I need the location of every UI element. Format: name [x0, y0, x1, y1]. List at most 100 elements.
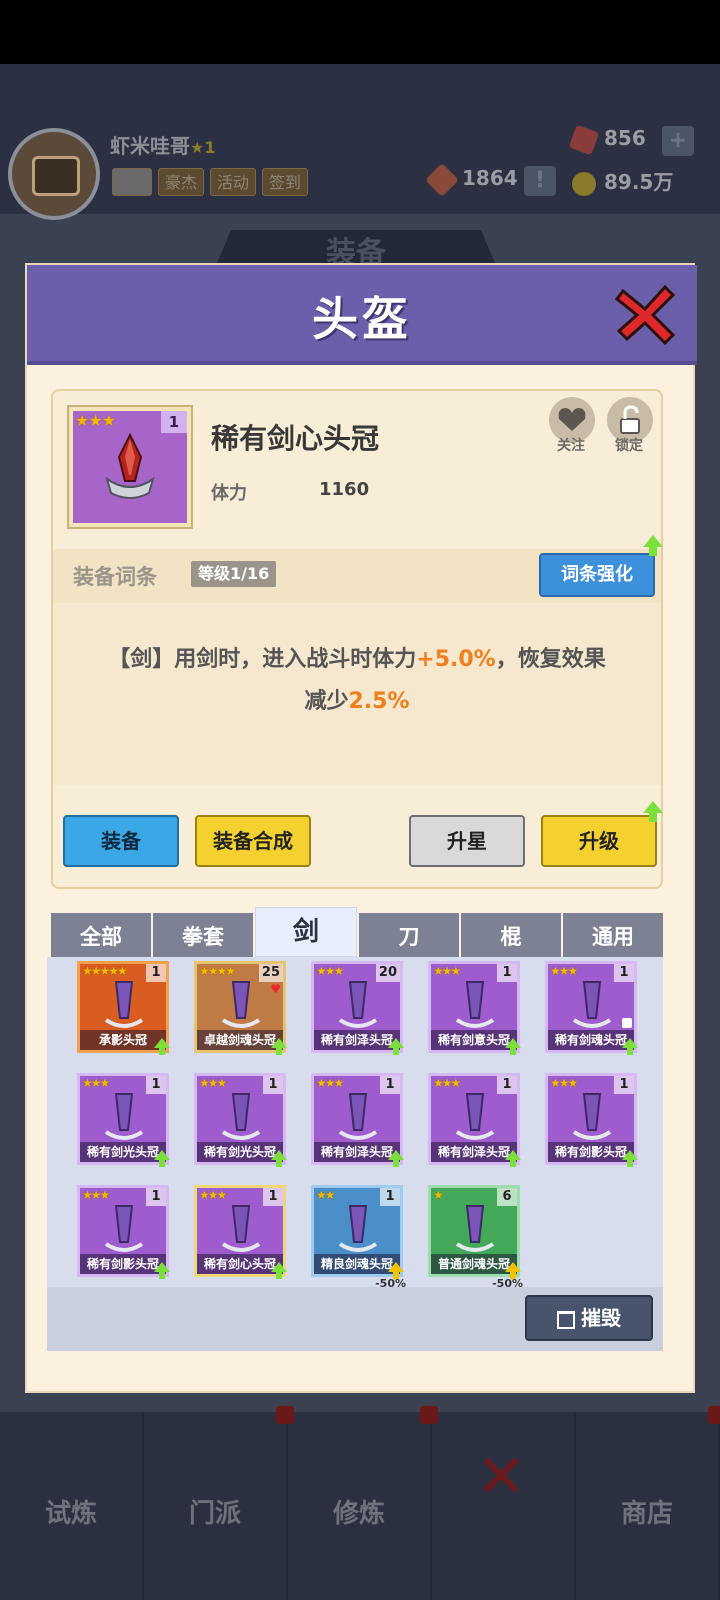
item-slot[interactable]: ★★★ 1 稀有剑心头冠: [194, 1185, 287, 1279]
upgrade-arrow-icon: [388, 1150, 404, 1167]
events-button[interactable]: 活动: [210, 168, 257, 196]
item-stars: ★★★★★: [82, 964, 128, 978]
affix-enhance-button[interactable]: 词条强化: [539, 553, 655, 597]
item-slot[interactable]: ★★★★★ 1 承影头冠: [77, 961, 170, 1055]
weapon-tabs: 全部 拳套 剑 刀 棍 通用: [51, 907, 663, 957]
upgrade-arrow-icon: [388, 1038, 404, 1055]
trash-icon: [557, 1310, 575, 1329]
nav-cultivate[interactable]: 修炼: [288, 1406, 438, 1600]
item-slot[interactable]: ★★★ 1 稀有剑光头冠: [77, 1073, 170, 1167]
upgrade-arrow-icon: [154, 1038, 170, 1055]
upgrade-arrow-icon: [271, 1038, 287, 1055]
item-count: 1: [380, 1188, 400, 1206]
checkin-button[interactable]: 签到: [262, 168, 309, 196]
compose-button[interactable]: 装备合成: [195, 815, 311, 867]
affix-description: 【剑】用剑时，进入战斗时体力+5.0%，恢复效果 减少2.5%: [53, 603, 661, 785]
upgrade-arrow-icon: [643, 801, 663, 822]
item-stars: ★★★: [82, 1188, 110, 1202]
desc-highlight: +5.0%: [416, 647, 496, 672]
item-slot[interactable]: ★★★ 1 稀有剑影头冠: [77, 1185, 170, 1279]
token-icon: [425, 162, 459, 197]
nav-cultivate-label: 修炼: [332, 1499, 385, 1529]
tab-all[interactable]: 全部: [51, 913, 151, 957]
item-count: 1: [146, 1188, 166, 1206]
bottom-nav: 试炼 门派 修炼 ✕ 商店: [0, 1406, 720, 1600]
stat-label: 体力: [211, 483, 247, 504]
item-count: 1: [380, 1076, 400, 1094]
destroy-label: 摧毁: [581, 1306, 621, 1330]
item-icon-frame: ★★★ 1: [69, 407, 191, 527]
item-slot[interactable]: ★ 6 普通剑魂头冠 -50%: [428, 1185, 523, 1290]
item-stars: ★★★: [550, 1076, 578, 1090]
desc-text: 【剑】用剑时，进入战斗时体力: [108, 647, 417, 672]
mail-icon[interactable]: [112, 168, 152, 196]
notification-dot: [708, 1406, 720, 1424]
affix-level-badge: 等级1/16: [191, 561, 277, 587]
player-name-line: 虾米哇哥★1: [110, 130, 215, 159]
upgrade-arrow-icon: [622, 1038, 638, 1055]
item-slot[interactable]: ★★★ 20 稀有剑泽头冠: [311, 961, 404, 1055]
tokens-info-button[interactable]: !: [524, 166, 556, 196]
desc-text: ，恢复效果: [495, 647, 606, 672]
destroy-button[interactable]: 摧毁: [525, 1295, 653, 1341]
tab-gloves[interactable]: 拳套: [153, 913, 253, 957]
lock-icon: [622, 1018, 632, 1028]
affix-desc-line1: 【剑】用剑时，进入战斗时体力+5.0%，恢复效果: [73, 639, 641, 681]
gems-value: 856: [604, 126, 646, 150]
item-slot[interactable]: ★★★★ 25 ♥ 卓越剑魂头冠: [194, 961, 287, 1055]
item-count: 1: [497, 964, 517, 982]
desc-highlight: 2.5%: [348, 689, 410, 714]
helmet-art-icon: [104, 981, 144, 1028]
tab-staff[interactable]: 棍: [461, 913, 561, 957]
item-stars: ★★★: [199, 1076, 227, 1090]
gold-value: 89.5万: [604, 170, 674, 194]
nav-sect[interactable]: 门派: [144, 1406, 294, 1600]
close-icon[interactable]: [615, 281, 679, 345]
header-buttons: 豪杰 活动 签到: [112, 168, 309, 196]
item-stars: ★★: [316, 1188, 335, 1202]
player-name: 虾米哇哥: [110, 134, 190, 158]
nav-battle[interactable]: ✕: [432, 1412, 576, 1600]
favorite-heart-icon: ♥: [270, 982, 281, 996]
desc-text: 减少: [304, 689, 349, 714]
item-stars: ★: [433, 1188, 444, 1202]
tab-general[interactable]: 通用: [563, 913, 663, 957]
helmet-art-icon: [338, 1205, 378, 1252]
affix-bar: 装备词条 等级1/16 词条强化: [53, 549, 661, 603]
item-count: 1: [614, 1076, 634, 1094]
item-slot[interactable]: ★★★ 1 稀有剑意头冠: [428, 961, 521, 1055]
helmet-art-icon: [104, 1205, 144, 1252]
modal-title: 头盔: [312, 292, 412, 346]
item-slot[interactable]: ★★★ 1 稀有剑魂头冠: [545, 961, 638, 1055]
item-slot[interactable]: ★★★ 1 稀有剑泽头冠: [428, 1073, 521, 1167]
nav-shop[interactable]: 商店: [576, 1406, 720, 1600]
tab-sword[interactable]: 剑: [255, 907, 357, 957]
equip-button[interactable]: 装备: [63, 815, 179, 867]
upgrade-button[interactable]: 升级: [541, 815, 657, 867]
item-slot[interactable]: ★★★ 1 稀有剑影头冠: [545, 1073, 638, 1167]
lock-label: 锁定: [615, 438, 643, 454]
item-count: 1: [146, 1076, 166, 1094]
item-slot[interactable]: ★★★ 1 稀有剑光头冠: [194, 1073, 287, 1167]
item-stars: ★★★★: [199, 964, 236, 978]
item-count: 1: [263, 1188, 283, 1206]
gold-counter: 89.5万: [572, 166, 673, 196]
item-slot[interactable]: ★★ 1 精良剑魂头冠 -50%: [311, 1185, 406, 1290]
helmet-art-icon: [221, 1093, 261, 1140]
helmet-art-icon: [455, 1093, 495, 1140]
helmet-art-icon: [572, 981, 612, 1028]
item-stars: ★★★: [82, 1076, 110, 1090]
player-avatar[interactable]: [8, 128, 100, 220]
nav-trial[interactable]: 试炼: [0, 1412, 144, 1600]
tab-blade[interactable]: 刀: [359, 913, 459, 957]
gold-coin-icon: [572, 171, 596, 196]
heroes-button[interactable]: 豪杰: [158, 168, 205, 196]
item-slot[interactable]: ★★★ 1 稀有剑泽头冠: [311, 1073, 404, 1167]
star-up-button[interactable]: 升星: [409, 815, 525, 867]
add-gems-button[interactable]: +: [662, 126, 694, 156]
helmet-art-icon: [104, 1093, 144, 1140]
item-stars: ★★★: [433, 1076, 461, 1090]
player-level: ★1: [190, 138, 216, 157]
upgrade-arrow-icon: [622, 1150, 638, 1167]
tokens-counter: 1864: [425, 162, 518, 197]
